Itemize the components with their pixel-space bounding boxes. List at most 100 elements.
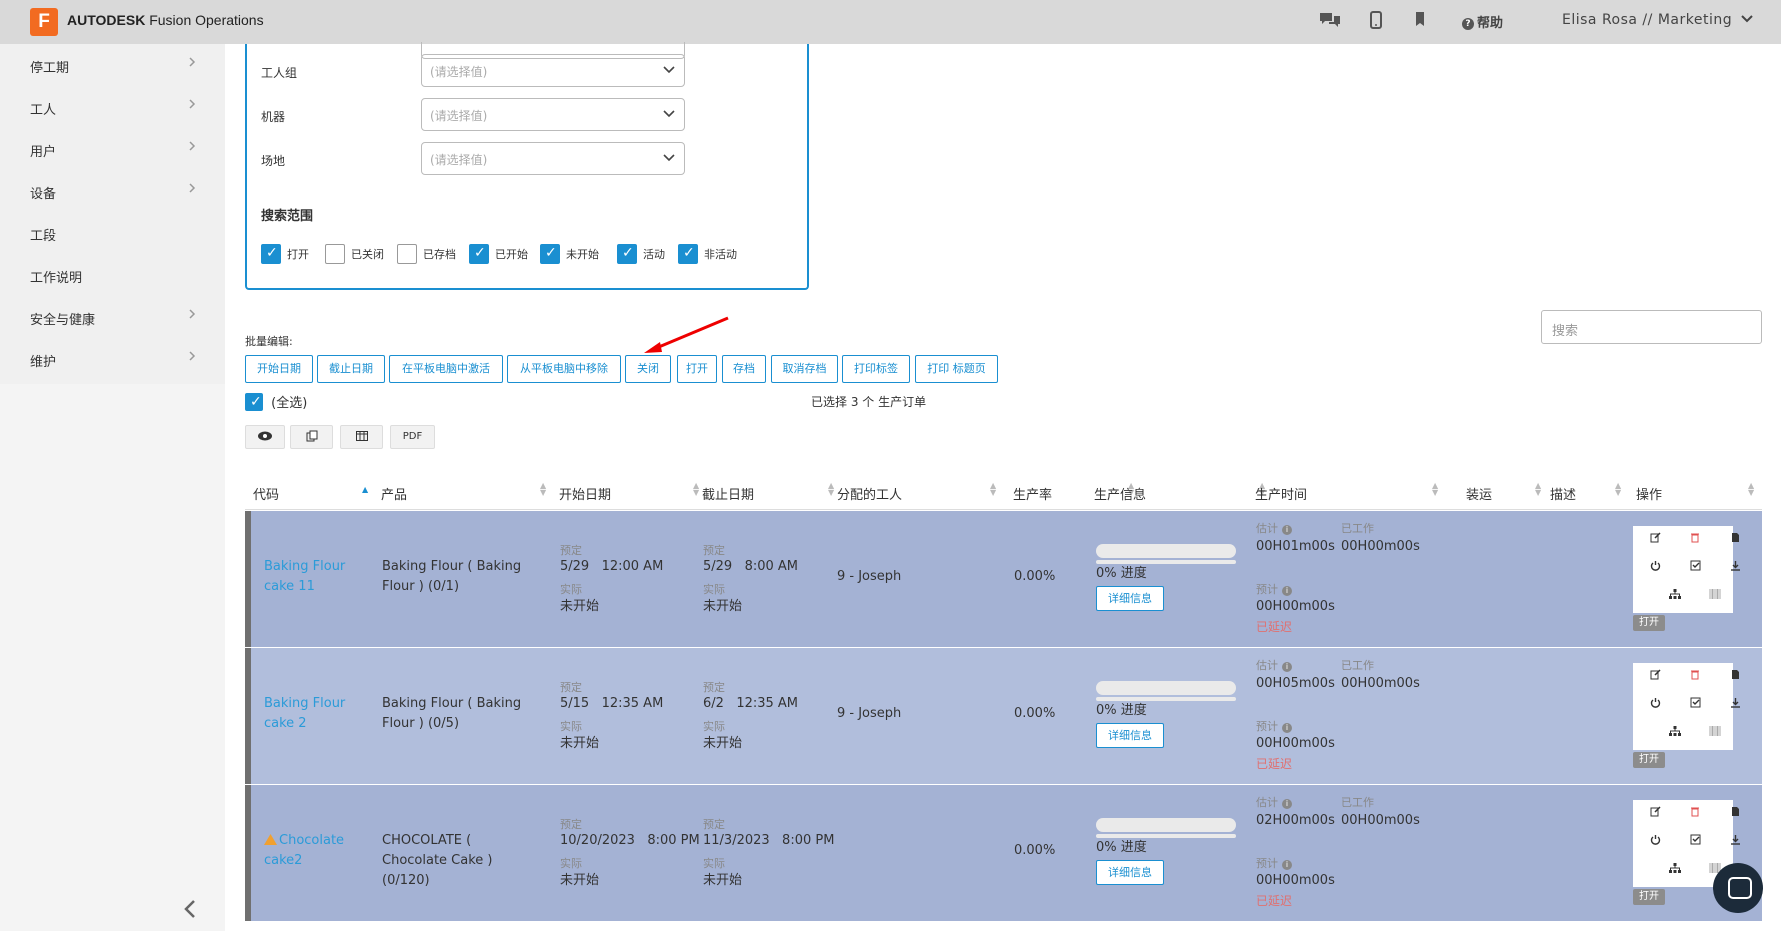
- scope-checkbox[interactable]: 未开始: [540, 244, 599, 264]
- power-icon[interactable]: [1645, 832, 1665, 852]
- sort-icon[interactable]: ▲ ▼: [540, 482, 546, 497]
- checkbox[interactable]: [540, 244, 560, 264]
- sort-icon[interactable]: ▲ ▼: [1615, 482, 1621, 497]
- details-button[interactable]: 详细信息: [1096, 860, 1164, 885]
- collapse-sidebar-icon[interactable]: [183, 899, 197, 925]
- sidebar-item[interactable]: 工段: [0, 212, 225, 254]
- check-square-icon[interactable]: [1685, 558, 1705, 578]
- barcode-icon[interactable]: [1705, 586, 1725, 606]
- filter-select[interactable]: (请选择值): [421, 98, 685, 131]
- column-header[interactable]: 生产时间: [1255, 484, 1307, 503]
- sidebar-item[interactable]: 设备: [0, 170, 225, 212]
- edit-icon[interactable]: [1645, 530, 1665, 550]
- column-header[interactable]: 代码: [253, 484, 279, 503]
- column-header[interactable]: 描述: [1550, 484, 1576, 503]
- scope-checkbox[interactable]: 非活动: [678, 244, 737, 264]
- document-icon[interactable]: [1725, 530, 1745, 550]
- batch-button[interactable]: 打印标签: [842, 355, 910, 383]
- sidebar-item[interactable]: 工人: [0, 86, 225, 128]
- info-icon[interactable]: i: [1282, 723, 1292, 733]
- info-icon[interactable]: i: [1282, 860, 1292, 870]
- download-icon[interactable]: [1725, 832, 1745, 852]
- order-code-link[interactable]: Baking Flour cake 11: [264, 557, 364, 597]
- batch-button[interactable]: 存档: [722, 355, 766, 383]
- scope-checkbox[interactable]: 已关闭: [325, 244, 384, 264]
- column-header[interactable]: 产品: [381, 484, 407, 503]
- checkbox[interactable]: [678, 244, 698, 264]
- download-icon[interactable]: [1725, 558, 1745, 578]
- download-icon[interactable]: [1725, 695, 1745, 715]
- filter-select[interactable]: (请选择值): [421, 54, 685, 87]
- scope-checkbox[interactable]: 打开: [261, 244, 309, 264]
- details-button[interactable]: 详细信息: [1096, 723, 1164, 748]
- sidebar-item[interactable]: 停工期: [0, 44, 225, 86]
- sort-icon[interactable]: ▲ ▼: [828, 482, 834, 497]
- check-square-icon[interactable]: [1685, 695, 1705, 715]
- chat-icon[interactable]: [1318, 11, 1342, 33]
- select-all[interactable]: (全选): [245, 392, 307, 411]
- pdf-button[interactable]: PDF: [390, 425, 435, 449]
- info-icon[interactable]: i: [1282, 799, 1292, 809]
- details-button[interactable]: 详细信息: [1096, 586, 1164, 611]
- order-code-link[interactable]: Baking Flour cake 2: [264, 694, 364, 734]
- sort-icon[interactable]: ▲ ▼: [1748, 482, 1754, 497]
- batch-button[interactable]: 开始日期: [245, 355, 313, 383]
- info-icon[interactable]: i: [1282, 586, 1292, 596]
- trash-icon[interactable]: [1685, 530, 1705, 550]
- trash-icon[interactable]: [1685, 667, 1705, 687]
- checkbox[interactable]: [617, 244, 637, 264]
- help-link[interactable]: ? 帮助: [1462, 12, 1503, 31]
- column-header[interactable]: 分配的工人: [837, 484, 902, 503]
- columns-button[interactable]: [340, 425, 383, 449]
- checkbox[interactable]: [261, 244, 281, 264]
- user-menu[interactable]: Elisa Rosa // Marketing: [1562, 12, 1732, 28]
- edit-icon[interactable]: [1645, 667, 1665, 687]
- checkbox[interactable]: [325, 244, 345, 264]
- check-square-icon[interactable]: [1685, 832, 1705, 852]
- checkbox[interactable]: [397, 244, 417, 264]
- batch-button[interactable]: 取消存档: [771, 355, 838, 383]
- batch-button[interactable]: 在平板电脑中激活: [389, 355, 503, 383]
- edit-icon[interactable]: [1645, 804, 1665, 824]
- scope-checkbox[interactable]: 已存档: [397, 244, 456, 264]
- filter-select[interactable]: (请选择值): [421, 142, 685, 175]
- chat-launcher-button[interactable]: [1713, 863, 1763, 913]
- batch-button[interactable]: 打开: [677, 355, 717, 383]
- sidebar-item[interactable]: 安全与健康: [0, 296, 225, 338]
- column-header[interactable]: 生产信息: [1094, 484, 1146, 503]
- sidebar-item[interactable]: 维护: [0, 338, 225, 380]
- column-header[interactable]: 生产率: [1013, 484, 1052, 503]
- view-button[interactable]: [245, 425, 285, 449]
- checkbox[interactable]: [469, 244, 489, 264]
- hierarchy-icon[interactable]: [1665, 586, 1685, 606]
- column-header[interactable]: 装运: [1466, 484, 1492, 503]
- table-row[interactable]: Baking Flour cake 11 Baking Flour ( Bakin…: [245, 511, 1762, 647]
- batch-button[interactable]: 从平板电脑中移除: [507, 355, 621, 383]
- hierarchy-icon[interactable]: [1665, 723, 1685, 743]
- document-icon[interactable]: [1725, 667, 1745, 687]
- batch-button[interactable]: 截止日期: [317, 355, 385, 383]
- table-row[interactable]: Baking Flour cake 2 Baking Flour ( Baking…: [245, 648, 1762, 784]
- column-header[interactable]: 操作: [1636, 484, 1662, 503]
- order-code-link[interactable]: Chocolate cake2: [264, 831, 364, 871]
- search-input[interactable]: 搜索: [1541, 310, 1762, 344]
- scope-checkbox[interactable]: 活动: [617, 244, 665, 264]
- barcode-icon[interactable]: [1705, 723, 1725, 743]
- column-header[interactable]: 截止日期: [702, 484, 754, 503]
- batch-button[interactable]: 打印 标题页: [915, 355, 998, 383]
- mobile-icon[interactable]: [1370, 11, 1382, 33]
- sort-icon[interactable]: ▲ ▼: [1535, 482, 1541, 497]
- batch-button[interactable]: 关闭: [625, 355, 671, 383]
- sort-icon[interactable]: ▲ ▼: [1432, 482, 1438, 497]
- document-icon[interactable]: [1725, 804, 1745, 824]
- sort-icon[interactable]: ▲ ▼: [990, 482, 996, 497]
- copy-button[interactable]: [290, 425, 333, 449]
- bookmark-icon[interactable]: [1414, 11, 1426, 31]
- info-icon[interactable]: i: [1282, 525, 1292, 535]
- sort-asc-icon[interactable]: ▲: [362, 486, 368, 494]
- sort-icon[interactable]: ▲ ▼: [693, 482, 699, 497]
- chevron-down-icon[interactable]: [1740, 12, 1754, 29]
- column-header[interactable]: 开始日期: [559, 484, 611, 503]
- scope-checkbox[interactable]: 已开始: [469, 244, 528, 264]
- info-icon[interactable]: i: [1282, 662, 1292, 672]
